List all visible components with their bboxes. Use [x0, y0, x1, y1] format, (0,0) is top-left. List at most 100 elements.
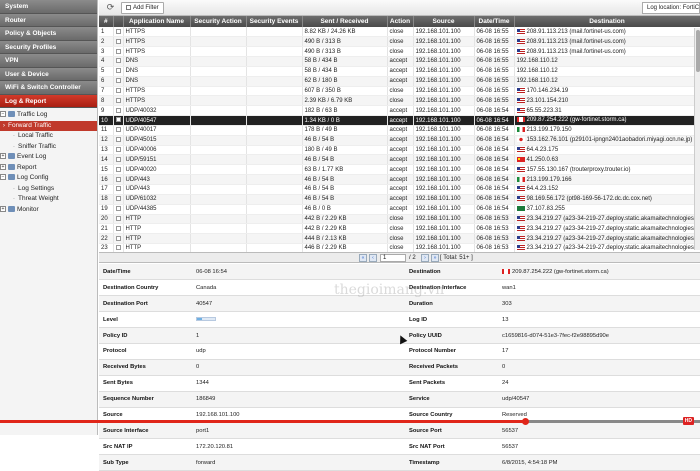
sidebar-section-system[interactable]: System: [0, 0, 97, 14]
row-checkbox[interactable]: [116, 49, 121, 54]
row-checkbox[interactable]: [116, 58, 121, 63]
row-checkbox[interactable]: [116, 186, 121, 191]
row-checkbox[interactable]: [116, 117, 121, 122]
column-header[interactable]: Security Action: [190, 16, 246, 27]
row-checkbox[interactable]: [116, 147, 121, 152]
table-row[interactable]: 10UDP/405471.34 KB / 0 Baccept192.168.10…: [99, 116, 700, 126]
table-row[interactable]: 7HTTPS607 B / 350 Bclose192.168.101.1000…: [99, 86, 700, 96]
table-row[interactable]: 21HTTP442 B / 2.29 KBclose192.168.101.10…: [99, 224, 700, 234]
sidebar-section-vpn[interactable]: VPN: [0, 54, 97, 68]
row-checkbox[interactable]: [116, 245, 121, 250]
tree-local-traffic[interactable]: ·Local Traffic: [0, 131, 97, 142]
table-row[interactable]: 12UDP/4501546 B / 54 Baccept192.168.101.…: [99, 135, 700, 145]
table-row[interactable]: 22HTTP444 B / 2.13 KBclose192.168.101.10…: [99, 234, 700, 244]
tree-forward-traffic[interactable]: ›Forward Traffic: [0, 121, 97, 132]
expand-toggle-icon[interactable]: +: [0, 164, 6, 170]
row-checkbox[interactable]: [116, 226, 121, 231]
table-row[interactable]: 19UDP/4438546 B / 0 Baccept192.168.101.1…: [99, 204, 700, 214]
table-row[interactable]: 1HTTPS8.82 KB / 24.26 KBclose192.168.101…: [99, 27, 700, 37]
column-header[interactable]: Date/Time: [474, 16, 514, 27]
table-row[interactable]: 2HTTPS490 B / 313 Bclose192.168.101.1000…: [99, 37, 700, 47]
row-checkbox[interactable]: [116, 98, 121, 103]
table-row[interactable]: 8HTTPS2.39 KB / 6.79 KBclose192.168.101.…: [99, 96, 700, 106]
row-checkbox[interactable]: [116, 29, 121, 34]
scrollbar-thumb[interactable]: [696, 30, 700, 72]
security-events-cell: [246, 214, 302, 224]
row-checkbox[interactable]: [116, 196, 121, 201]
table-row[interactable]: 17UDP/44346 B / 54 Baccept192.168.101.10…: [99, 185, 700, 195]
table-row[interactable]: 6DNS62 B / 180 Baccept192.168.101.10006-…: [99, 76, 700, 86]
table-row[interactable]: 13UDP/40006180 B / 49 Baccept192.168.101…: [99, 145, 700, 155]
row-checkbox[interactable]: [116, 167, 121, 172]
sidebar-section-log-report[interactable]: Log & Report: [0, 95, 97, 109]
detail-value-text: 0: [502, 364, 505, 370]
row-number-cell: 7: [99, 86, 113, 96]
row-checkbox[interactable]: [116, 39, 121, 44]
video-progress-knob[interactable]: [522, 418, 529, 425]
tree-report[interactable]: +Report: [0, 163, 97, 174]
refresh-icon[interactable]: ⟳: [105, 2, 116, 13]
sidebar-section-wifi-switch-controller[interactable]: WiFi & Switch Controller: [0, 81, 97, 95]
tree-event-log[interactable]: +Event Log: [0, 152, 97, 163]
add-filter-button[interactable]: Add Filter: [121, 2, 164, 14]
row-checkbox[interactable]: [116, 68, 121, 73]
source-cell-text: 192.168.101.100: [416, 137, 461, 143]
table-row[interactable]: 9UDP/40032182 B / 63 Baccept192.168.101.…: [99, 106, 700, 116]
column-header[interactable]: Source: [413, 16, 474, 27]
first-page-icon[interactable]: «: [359, 254, 367, 262]
table-row[interactable]: 5DNS58 B / 434 Baccept192.168.101.10006-…: [99, 66, 700, 76]
table-row[interactable]: 16UDP/44346 B / 54 Baccept192.168.101.10…: [99, 175, 700, 185]
row-checkbox[interactable]: [116, 108, 121, 113]
tree-traffic-log[interactable]: −Traffic Log: [0, 110, 97, 121]
table-row[interactable]: 20HTTP442 B / 2.29 KBclose192.168.101.10…: [99, 214, 700, 224]
row-checkbox[interactable]: [116, 137, 121, 142]
sidebar-section-security-profiles[interactable]: Security Profiles: [0, 41, 97, 55]
tree-threat-weight[interactable]: ·Threat Weight: [0, 194, 97, 205]
detail-value: udp/40547: [498, 391, 700, 407]
detail-value: 172.20.120.81: [192, 439, 405, 455]
table-row[interactable]: 4DNS58 B / 434 Baccept192.168.101.10006-…: [99, 57, 700, 67]
page-number-input[interactable]: 1: [380, 254, 406, 262]
row-checkbox[interactable]: [116, 177, 121, 182]
table-row[interactable]: 3HTTPS490 B / 313 Bclose192.168.101.1000…: [99, 47, 700, 57]
video-progress-bar[interactable]: [0, 420, 700, 423]
column-header[interactable]: Destination: [514, 16, 700, 27]
tree-log-settings[interactable]: ·Log Settings: [0, 184, 97, 195]
collapse-toggle-icon[interactable]: −: [0, 174, 6, 180]
row-checkbox[interactable]: [116, 236, 121, 241]
row-checkbox[interactable]: [116, 216, 121, 221]
sidebar-section-policy-objects[interactable]: Policy & Objects: [0, 27, 97, 41]
table-row[interactable]: 14UDP/5915146 B / 54 Baccept192.168.101.…: [99, 155, 700, 165]
table-row[interactable]: 18UDP/6103246 B / 54 Baccept192.168.101.…: [99, 194, 700, 204]
row-checkbox[interactable]: [116, 206, 121, 211]
row-checkbox[interactable]: [116, 157, 121, 162]
column-header[interactable]: Application Name: [123, 16, 190, 27]
destination-cell: 65.55.223.31: [514, 106, 700, 116]
next-page-icon[interactable]: ›: [421, 254, 429, 262]
last-page-icon[interactable]: »: [431, 254, 439, 262]
tree-sniffer-traffic[interactable]: ·Sniffer Traffic: [0, 142, 97, 153]
table-scrollbar[interactable]: [694, 28, 700, 250]
column-header[interactable]: Sent / Received: [302, 16, 387, 27]
tree-log-config[interactable]: −Log Config: [0, 173, 97, 184]
row-checkbox[interactable]: [116, 78, 121, 83]
log-config-icon: [8, 174, 15, 180]
prev-page-icon[interactable]: ‹: [369, 254, 377, 262]
tree-monitor[interactable]: +Monitor: [0, 205, 97, 216]
row-checkbox[interactable]: [116, 88, 121, 93]
column-header[interactable]: Security Events: [246, 16, 302, 27]
detail-key-text: Level: [103, 317, 118, 323]
sidebar-section-user-device[interactable]: User & Device: [0, 68, 97, 82]
table-row[interactable]: 15UDP/4002063 B / 1.77 KBaccept192.168.1…: [99, 165, 700, 175]
application-name-cell-text: UDP/40547: [126, 118, 157, 124]
expand-toggle-icon[interactable]: +: [0, 153, 6, 159]
table-row[interactable]: 11UDP/40017178 B / 49 Baccept192.168.101…: [99, 125, 700, 135]
sidebar-section-router[interactable]: Router: [0, 14, 97, 28]
row-checkbox[interactable]: [116, 127, 121, 132]
column-header[interactable]: [113, 16, 123, 27]
column-header[interactable]: Action: [387, 16, 413, 27]
expand-toggle-icon[interactable]: +: [0, 206, 6, 212]
detail-value-text: 40547: [196, 301, 212, 307]
column-header[interactable]: #: [99, 16, 113, 27]
collapse-toggle-icon[interactable]: −: [0, 111, 6, 117]
